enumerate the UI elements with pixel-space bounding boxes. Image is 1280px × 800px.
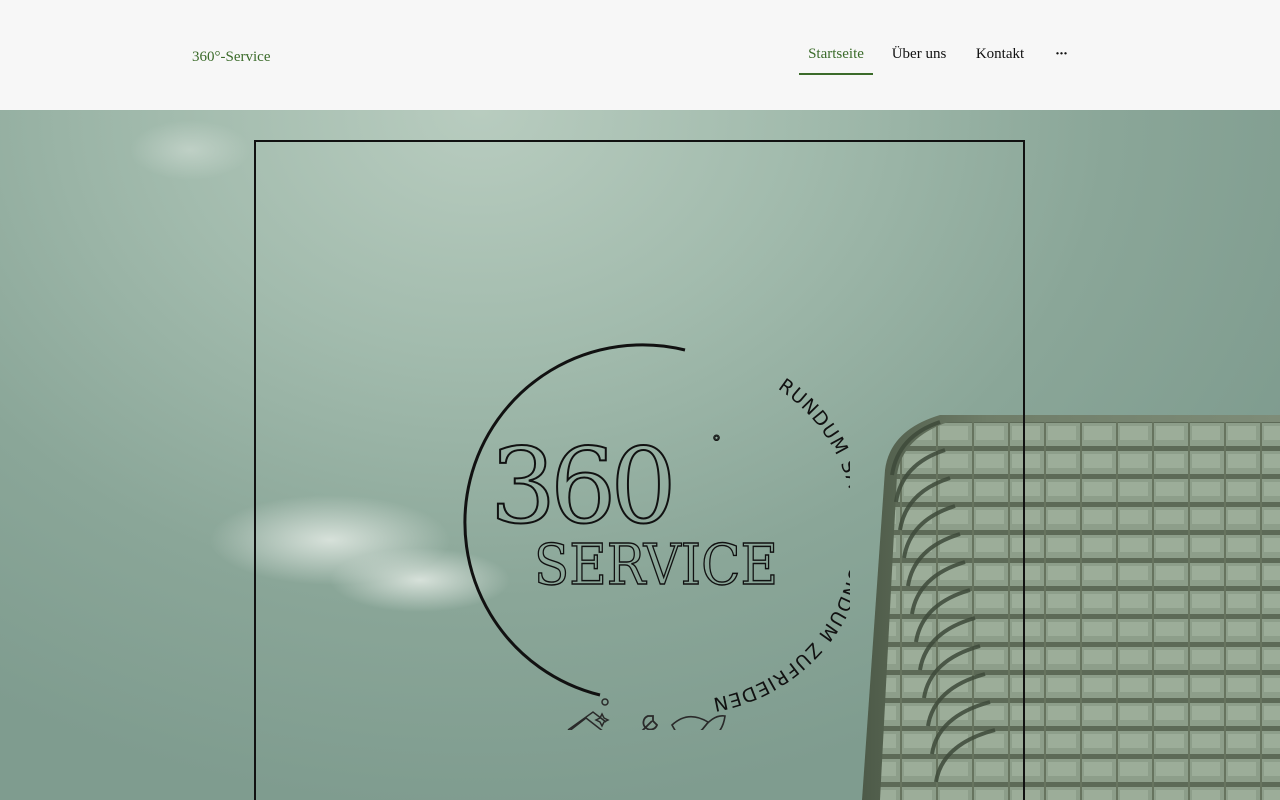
logo-degree-sign: ° — [712, 432, 721, 453]
leaf-icon — [670, 715, 726, 730]
wrench-icon — [641, 715, 659, 730]
company-logo: 360 ° SERVICE RUNDUM SAUBER-RUNDUM ZUFRI… — [463, 343, 850, 730]
nav-more-button[interactable]: ··· — [1048, 45, 1074, 73]
site-header: 360°-Service Startseite Über uns Kontakt… — [0, 0, 1280, 110]
main-nav: Startseite Über uns Kontakt ··· — [0, 45, 1280, 75]
logo-word: SERVICE — [534, 533, 778, 598]
nav-item-ueber-uns[interactable]: Über uns — [888, 45, 950, 73]
logo-number: 360 — [490, 425, 671, 547]
hero-section: 360 ° SERVICE RUNDUM SAUBER-RUNDUM ZUFRI… — [0, 110, 1280, 800]
nav-item-startseite[interactable]: Startseite — [799, 45, 873, 75]
nav-item-kontakt[interactable]: Kontakt — [970, 45, 1030, 73]
house-sparkle-icon — [567, 698, 610, 730]
